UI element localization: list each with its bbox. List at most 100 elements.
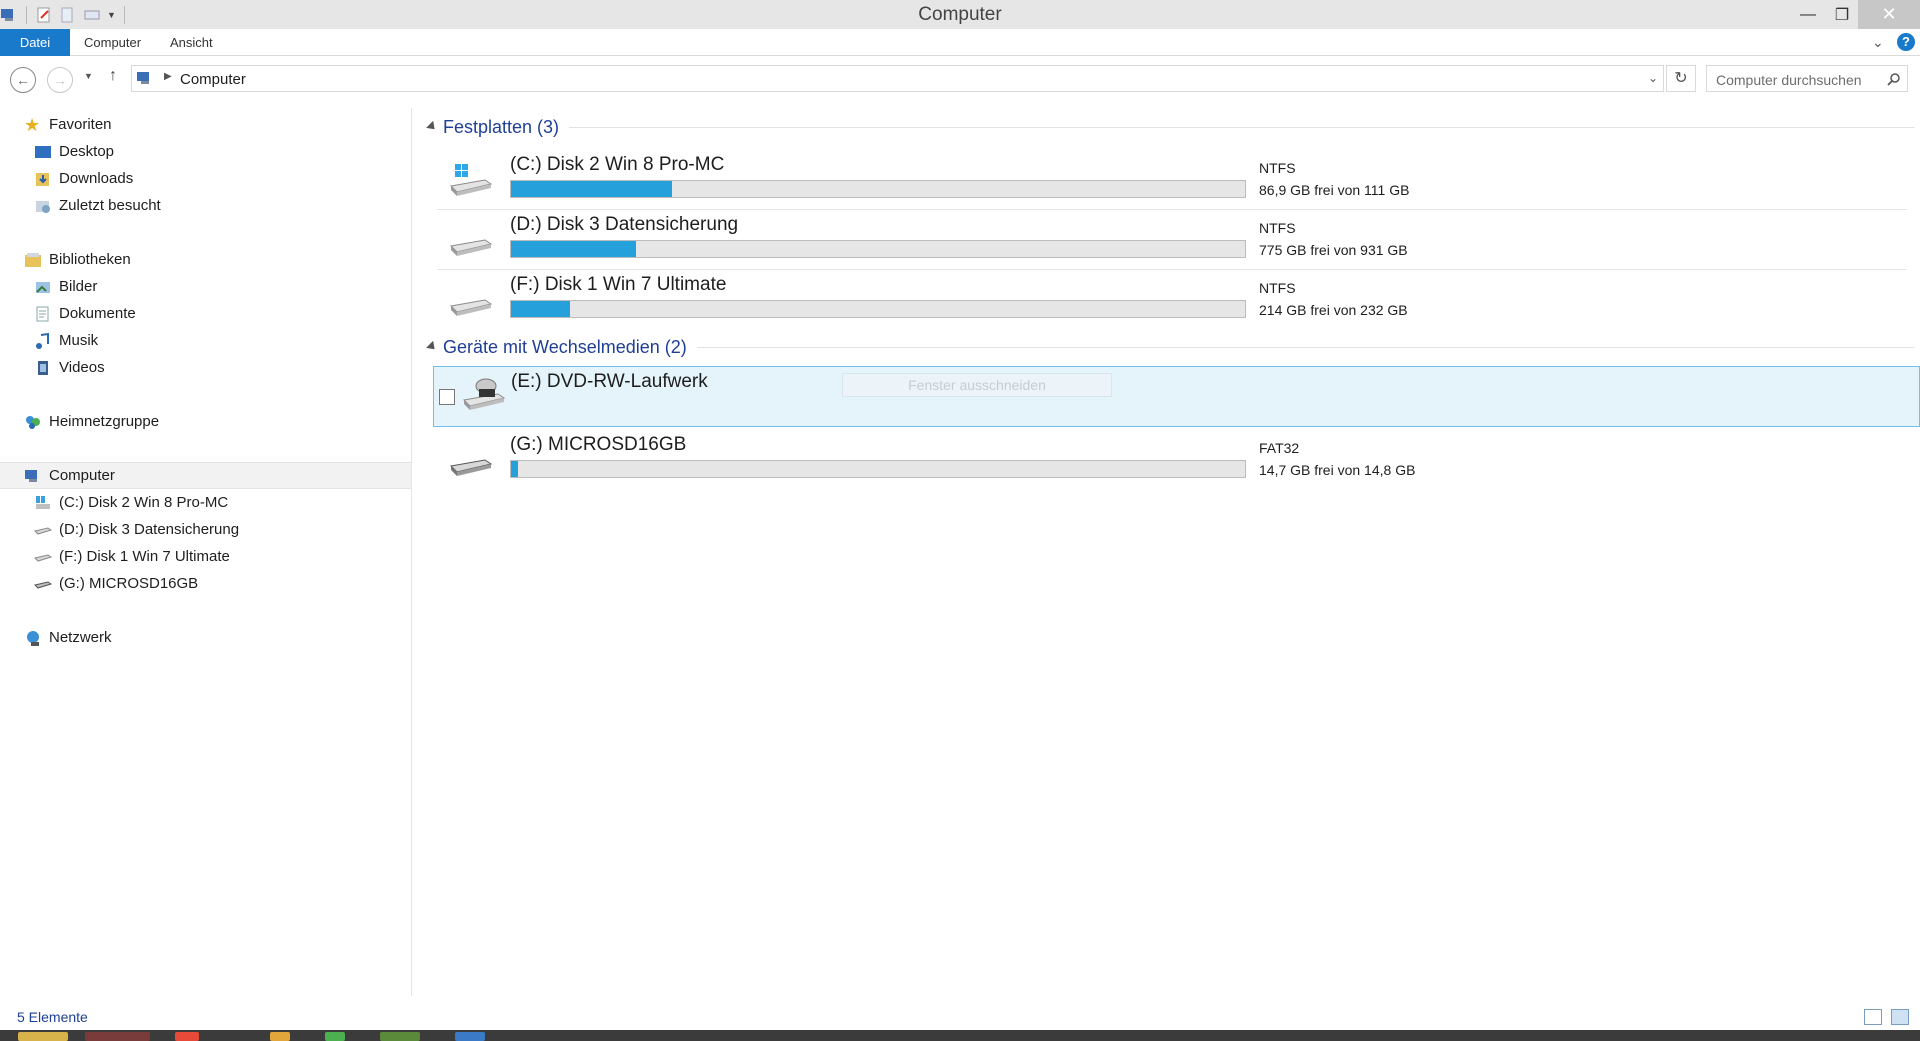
sidebar-item-drive-g[interactable]: (G:) MICROSD16GB — [34, 570, 198, 597]
sidebar-item-zuletzt-besucht[interactable]: Zuletzt besucht — [34, 192, 161, 219]
navigation-bar: ← → ▼ ↑ ▶ Computer ⌄ ↻ Computer durchsuc… — [0, 61, 1920, 97]
taskbar-app-icon[interactable] — [270, 1032, 290, 1041]
help-icon[interactable]: ? — [1897, 33, 1915, 51]
sidebar-item-desktop[interactable]: Desktop — [34, 138, 114, 165]
forward-arrow-icon: → — [53, 72, 67, 88]
drive-item-d[interactable]: (D:) Disk 3 Datensicherung NTFS 775 GB f… — [437, 210, 1907, 268]
sidebar-item-label: Desktop — [59, 143, 115, 160]
sidebar-item-label: Bilder — [59, 278, 98, 295]
close-button[interactable]: ✕ — [1858, 0, 1920, 29]
forward-button[interactable]: → — [47, 67, 73, 93]
back-arrow-icon: ← — [16, 72, 30, 88]
group-label: Geräte mit Wechselmedien (2) — [443, 336, 687, 357]
computer-icon — [25, 469, 37, 482]
sidebar-item-videos[interactable]: Videos — [34, 354, 105, 381]
free-space: 775 GB frei von 931 GB — [1259, 242, 1408, 258]
documents-icon — [36, 306, 49, 321]
sidebar-item-bibliotheken[interactable]: Bibliotheken — [24, 246, 131, 273]
capacity-bar — [510, 240, 1246, 258]
drive-name: (D:) Disk 3 Datensicherung — [510, 214, 739, 235]
breadcrumb[interactable]: Computer — [180, 71, 246, 88]
taskbar-app-icon[interactable] — [325, 1032, 345, 1041]
free-space: 14,7 GB frei von 14,8 GB — [1259, 462, 1416, 478]
search-box[interactable]: Computer durchsuchen — [1706, 65, 1908, 92]
free-space: 86,9 GB frei von 111 GB — [1259, 182, 1410, 198]
group-header-wechselmedien[interactable]: Geräte mit Wechselmedien (2) — [425, 335, 1915, 359]
expand-ribbon-icon[interactable]: ⌄ — [1872, 34, 1884, 51]
sidebar-item-drive-c[interactable]: (C:) Disk 2 Win 8 Pro-MC — [34, 489, 228, 516]
collapse-icon[interactable] — [426, 120, 439, 133]
tab-datei[interactable]: Datei — [0, 29, 70, 56]
sidebar-item-label: Downloads — [59, 170, 134, 187]
close-icon: ✕ — [1881, 4, 1897, 24]
taskbar-explorer-icon[interactable] — [18, 1032, 68, 1041]
sidebar-item-label: (D:) Disk 3 Datensicherung — [59, 521, 240, 538]
sidebar-item-musik[interactable]: Musik — [34, 327, 98, 354]
group-label: Festplatten (3) — [443, 116, 560, 137]
drive-item-g[interactable]: (G:) MICROSD16GB FAT32 14,7 GB frei von … — [437, 430, 1907, 488]
file-system: NTFS — [1259, 220, 1296, 236]
content-pane: Festplatten (3) (C:) Disk 2 Win 8 Pro-MC… — [413, 108, 1920, 996]
collapse-icon[interactable] — [426, 340, 439, 353]
taskbar-app-icon[interactable] — [175, 1032, 199, 1041]
breadcrumb-chevron-icon[interactable]: ▶ — [164, 71, 172, 82]
title-bar: ▼ Computer — ❐ ✕ — [0, 0, 1920, 29]
sidebar-item-favoriten[interactable]: ★ Favoriten — [24, 111, 112, 138]
restore-icon: ❐ — [1834, 6, 1850, 24]
capacity-bar — [510, 300, 1246, 318]
sidebar-item-bilder[interactable]: Bilder — [34, 273, 97, 300]
taskbar-app-icon[interactable] — [455, 1032, 485, 1041]
taskbar-app-icon[interactable] — [85, 1032, 150, 1041]
sidebar-item-drive-d[interactable]: (D:) Disk 3 Datensicherung — [34, 516, 239, 543]
search-icon[interactable] — [1887, 72, 1901, 86]
refresh-button[interactable]: ↻ — [1666, 65, 1696, 92]
tooltip: Fenster ausschneiden — [842, 373, 1112, 397]
address-bar[interactable]: ▶ Computer ⌄ — [131, 65, 1664, 92]
search-input[interactable]: Computer durchsuchen — [1716, 72, 1862, 88]
group-header-festplatten[interactable]: Festplatten (3) — [425, 115, 1915, 139]
drive-item-c[interactable]: (C:) Disk 2 Win 8 Pro-MC NTFS 86,9 GB fr… — [437, 150, 1907, 208]
libraries-icon — [25, 252, 41, 267]
taskbar-app-icon[interactable] — [380, 1032, 420, 1041]
music-icon — [36, 332, 49, 349]
free-space: 214 GB frei von 232 GB — [1259, 302, 1408, 318]
file-system: NTFS — [1259, 280, 1296, 296]
sidebar-item-netzwerk[interactable]: Netzwerk — [24, 624, 112, 651]
drive-item-f[interactable]: (F:) Disk 1 Win 7 Ultimate NTFS 214 GB f… — [437, 270, 1907, 328]
sidebar-item-heimnetzgruppe[interactable]: Heimnetzgruppe — [24, 408, 159, 435]
item-count: 5 Elemente — [17, 1009, 88, 1025]
tab-computer[interactable]: Computer — [70, 29, 155, 56]
sidebar-item-computer[interactable]: Computer — [0, 462, 411, 489]
sidebar-item-label: Videos — [59, 359, 105, 376]
homegroup-icon — [26, 415, 40, 429]
star-icon: ★ — [24, 114, 41, 135]
network-icon — [27, 630, 39, 646]
select-checkbox[interactable] — [439, 389, 455, 405]
removable-drive-icon — [449, 459, 493, 476]
windows-drive-icon — [36, 495, 50, 509]
up-arrow-icon[interactable]: ↑ — [109, 67, 117, 85]
capacity-bar-fill — [511, 301, 570, 317]
details-view-icon[interactable] — [1864, 1009, 1882, 1025]
hard-drive-icon — [34, 526, 52, 535]
drive-item-e[interactable]: (E:) DVD-RW-Laufwerk Fenster ausschneide… — [433, 366, 1920, 427]
videos-icon — [38, 360, 48, 375]
sidebar-item-drive-f[interactable]: (F:) Disk 1 Win 7 Ultimate — [34, 543, 230, 570]
group-divider — [569, 126, 1915, 128]
drive-name: (G:) MICROSD16GB — [510, 434, 687, 455]
capacity-bar-fill — [511, 241, 636, 257]
refresh-icon: ↻ — [1674, 70, 1688, 87]
group-divider — [696, 346, 1915, 348]
status-bar: 5 Elemente — [0, 1004, 1920, 1030]
windows-drive-icon — [449, 164, 493, 196]
address-dropdown-icon[interactable]: ⌄ — [1648, 71, 1658, 85]
drive-name: (F:) Disk 1 Win 7 Ultimate — [510, 274, 727, 295]
tab-ansicht[interactable]: Ansicht — [156, 29, 227, 56]
sidebar-item-dokumente[interactable]: Dokumente — [34, 300, 136, 327]
recent-locations-icon[interactable]: ▼ — [84, 71, 93, 81]
back-button[interactable]: ← — [10, 67, 36, 93]
large-icons-view-icon[interactable] — [1891, 1009, 1909, 1025]
sidebar-item-downloads[interactable]: Downloads — [34, 165, 133, 192]
hard-drive-icon — [34, 553, 52, 562]
sidebar-item-label: Heimnetzgruppe — [49, 413, 160, 430]
